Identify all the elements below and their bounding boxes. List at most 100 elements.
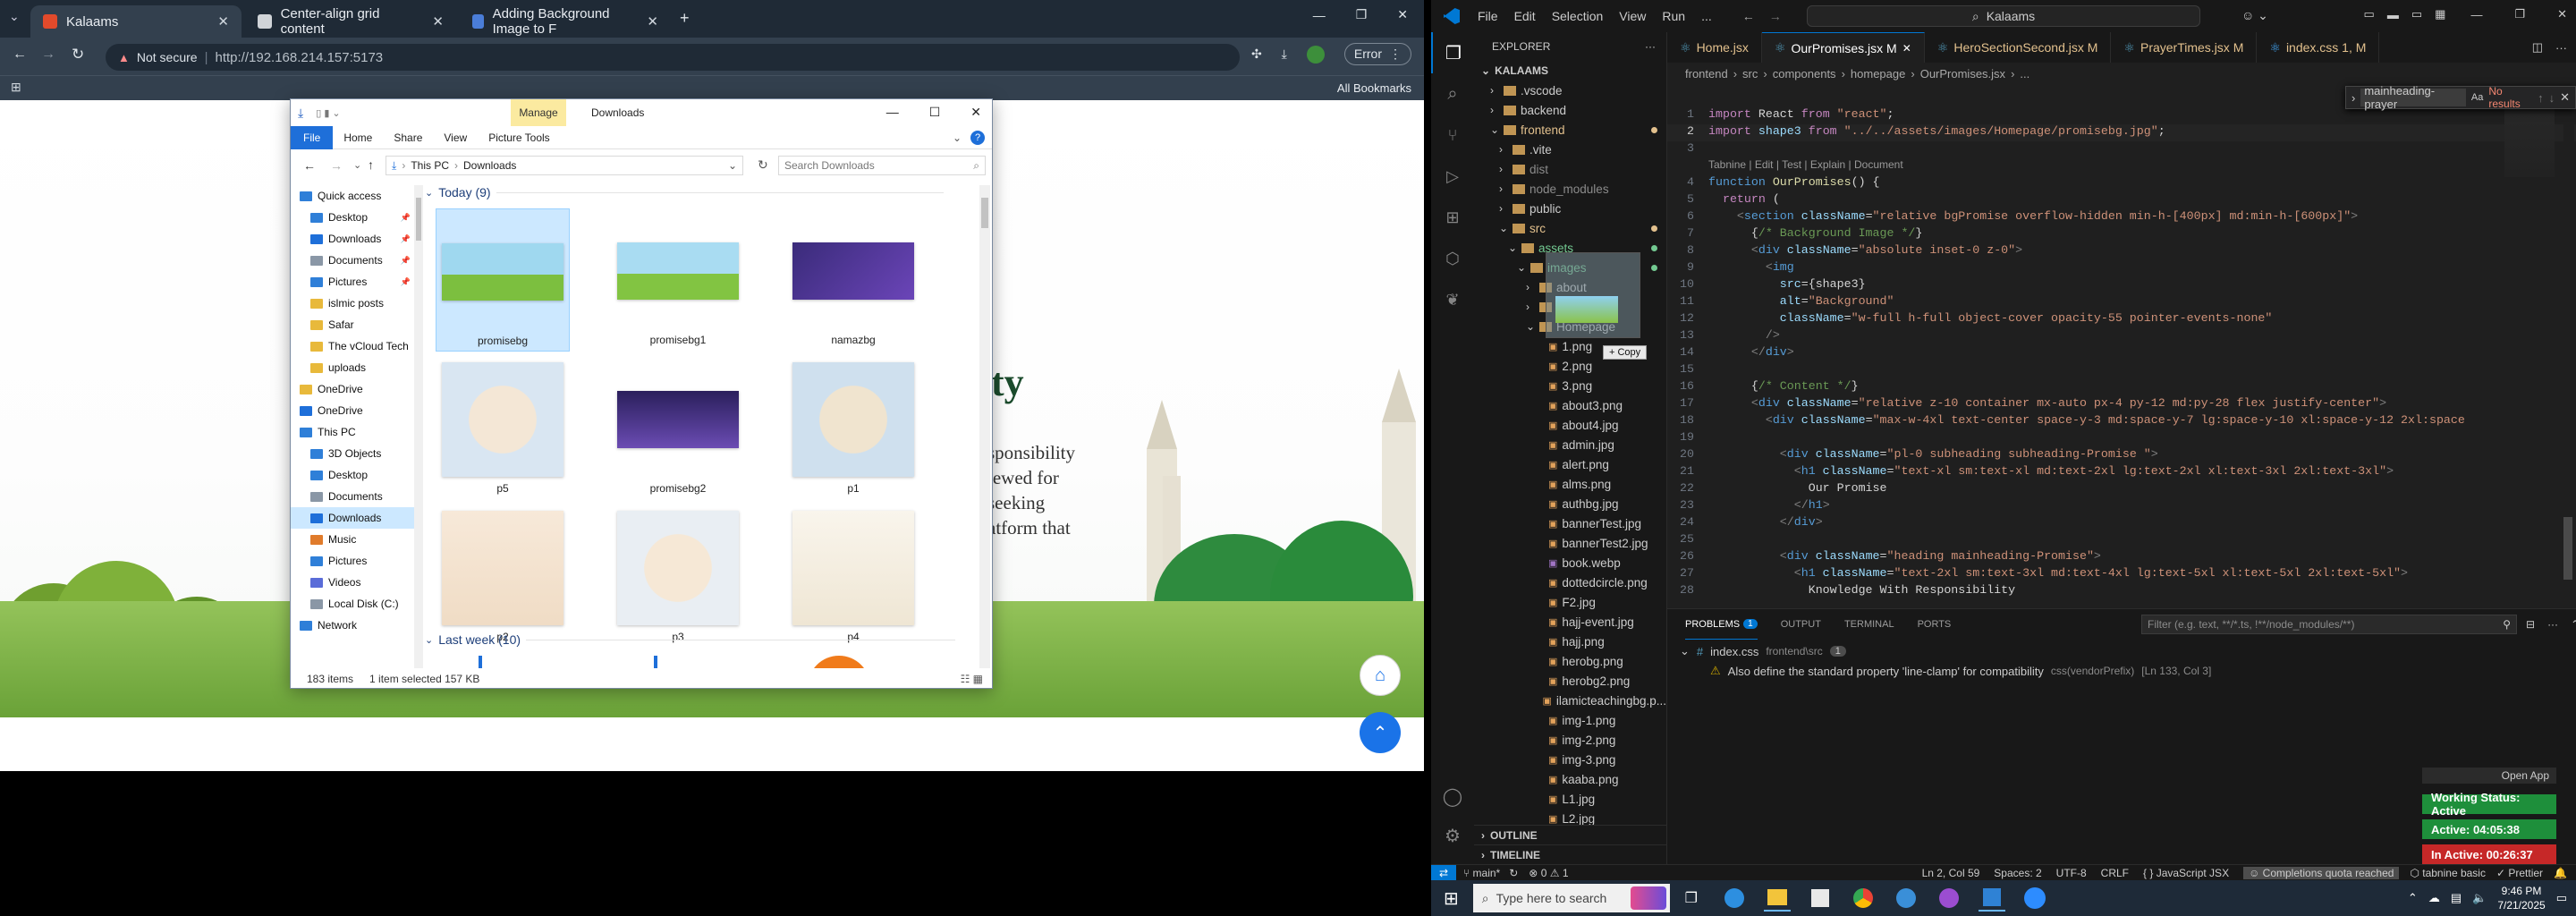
start-icon[interactable]: ⊞: [1444, 887, 1459, 910]
minimize-icon[interactable]: —: [886, 105, 899, 120]
tree-item--vscode[interactable]: › .vscode: [1474, 81, 1666, 100]
panel-tab-problems[interactable]: PROBLEMS 1: [1685, 609, 1758, 640]
chrome-icon[interactable]: [1850, 885, 1877, 912]
ribbon-expand-icon[interactable]: ⌄: [953, 131, 962, 144]
nav-item-network[interactable]: Network: [291, 615, 414, 636]
breadcrumb-item[interactable]: OurPromises.jsx: [1920, 67, 2005, 81]
accounts-icon[interactable]: ◯: [1431, 778, 1474, 814]
editor-tab-herosectionsecond-jsx[interactable]: ⚛ HeroSectionSecond.jsx M: [1925, 32, 2112, 63]
nav-back-icon[interactable]: ←: [1742, 9, 1755, 23]
tree-item-alert-png[interactable]: ▣ alert.png: [1474, 454, 1666, 474]
toggle-replace-icon[interactable]: ›: [2351, 91, 2355, 105]
maximize-icon[interactable]: ☐: [929, 105, 941, 120]
close-tab-icon[interactable]: ✕: [217, 13, 229, 30]
puzzle-icon[interactable]: ✣: [1251, 47, 1262, 62]
panel-tab-output[interactable]: OUTPUT: [1781, 609, 1821, 640]
file-item-promisebg1[interactable]: promisebg1: [611, 208, 745, 352]
tree-item-img-1-png[interactable]: ▣ img-1.png: [1474, 710, 1666, 730]
editor-tab-prayertimes-jsx[interactable]: ⚛ PrayerTimes.jsx M: [2111, 32, 2258, 63]
tree-item-about3-png[interactable]: ▣ about3.png: [1474, 395, 1666, 415]
branch-indicator[interactable]: ⑂ main*: [1463, 867, 1500, 879]
tree-item-herobg2-png[interactable]: ▣ herobg2.png: [1474, 671, 1666, 691]
more-actions-icon[interactable]: ···: [1645, 40, 1656, 53]
close-find-icon[interactable]: ✕: [2560, 90, 2570, 105]
view-toggle-icons[interactable]: ☷ ▦: [961, 673, 983, 685]
editor-tab-home-jsx[interactable]: ⚛ Home.jsx: [1667, 32, 1762, 63]
code-editor[interactable]: 1 import React from "react"; 2 import shape…: [1667, 107, 2576, 608]
nav-item-desktop[interactable]: Desktop 📌: [291, 207, 414, 228]
nav-item-quick-access[interactable]: Quick access: [291, 185, 414, 207]
problem-item[interactable]: ⚠ Also define the standard property 'lin…: [1710, 661, 2211, 681]
github-desktop-icon[interactable]: [1936, 885, 1962, 912]
run-debug-icon[interactable]: ▷: [1431, 156, 1474, 197]
code-line[interactable]: 16 {/* Content */}: [1667, 379, 2576, 396]
nav-item-onedrive[interactable]: OneDrive: [291, 400, 414, 421]
remote-icon[interactable]: ⇄: [1431, 864, 1456, 880]
nav-item-pictures[interactable]: Pictures 📌: [291, 271, 414, 293]
file-explorer-icon[interactable]: [1763, 885, 1791, 912]
explorer-view-icon[interactable]: ❐: [1431, 32, 1474, 73]
tree-item-backend[interactable]: › backend: [1474, 100, 1666, 120]
panel-tab-terminal[interactable]: TERMINAL: [1844, 609, 1894, 640]
manage-gear-icon[interactable]: ⚙: [1431, 818, 1474, 853]
tray-chevron-icon[interactable]: ⌃: [2408, 891, 2418, 905]
code-line[interactable]: 11 alt = "Background": [1667, 294, 2576, 311]
manage-tab[interactable]: Manage: [511, 99, 566, 126]
code-line[interactable]: 28 Knowledge With Responsibility: [1667, 583, 2576, 600]
search-view-icon[interactable]: ⌕: [1431, 73, 1474, 114]
more-icon[interactable]: ···: [2547, 618, 2558, 631]
scroll-top-button[interactable]: ⌃: [1360, 712, 1401, 753]
editor-tab-index-css[interactable]: ⚛ index.css 1, M: [2257, 32, 2380, 63]
menu-view[interactable]: View: [1619, 9, 1646, 23]
tabnine-status[interactable]: ⬡ tabnine basic: [2410, 867, 2486, 879]
minimize-icon[interactable]: —: [2470, 8, 2482, 21]
language-mode[interactable]: { } JavaScript JSX: [2143, 867, 2229, 879]
nav-item-videos[interactable]: Videos: [291, 572, 414, 593]
volume-icon[interactable]: 🔈: [2472, 891, 2487, 905]
problems-filter-input[interactable]: Filter (e.g. text, **/*.ts, !**/node_mod…: [2141, 615, 2517, 634]
file-item-p4[interactable]: p4: [786, 505, 920, 649]
ribbon-tab-view[interactable]: View: [433, 126, 478, 149]
workspace-root[interactable]: ⌄ KALAAMS: [1474, 61, 1666, 81]
vscode-icon[interactable]: [1978, 885, 2005, 912]
ribbon-tab-picture-tools[interactable]: Picture Tools: [478, 126, 560, 149]
nav-item-3d-objects[interactable]: 3D Objects: [291, 443, 414, 464]
code-line[interactable]: 20 < div className = "pl-0 subheading subhe…: [1667, 447, 2576, 464]
tree-item-bannertest-jpg[interactable]: ▣ bannerTest.jpg: [1474, 513, 1666, 533]
clock[interactable]: 9:46 PM 7/21/2025: [2497, 884, 2545, 912]
breadcrumb-item[interactable]: frontend: [1685, 67, 1728, 81]
nav-item-local-disk-c-[interactable]: Local Disk (C:): [291, 593, 414, 615]
chatbot-floating-button[interactable]: ⌂: [1360, 655, 1401, 696]
tree-item-book-webp[interactable]: ▣ book.webp: [1474, 553, 1666, 572]
path-dropdown-icon[interactable]: ⌄: [728, 159, 737, 172]
back-icon[interactable]: ←: [303, 158, 316, 173]
close-window-icon[interactable]: ✕: [970, 105, 981, 120]
file-item-p2[interactable]: p2: [436, 505, 570, 649]
notification-center-icon[interactable]: ▭: [2556, 891, 2567, 905]
refresh-icon[interactable]: ↻: [758, 157, 768, 173]
collapse-all-icon[interactable]: ⊟: [2526, 618, 2535, 631]
close-tab-icon[interactable]: ✕: [1902, 42, 1911, 55]
forward-icon[interactable]: →: [41, 47, 55, 63]
layout-right-icon[interactable]: ▭: [2411, 7, 2422, 21]
tab-adding-bg[interactable]: Adding Background Image to F ✕: [460, 5, 671, 38]
menu-run[interactable]: Run: [1662, 9, 1685, 23]
all-bookmarks-link[interactable]: All Bookmarks: [1337, 81, 1411, 95]
source-control-icon[interactable]: ⑂: [1431, 114, 1474, 156]
tree-item-img-2-png[interactable]: ▣ img-2.png: [1474, 730, 1666, 750]
tree-item-alms-png[interactable]: ▣ alms.png: [1474, 474, 1666, 494]
file-thumbnail[interactable]: [808, 656, 870, 668]
up-icon[interactable]: ↑: [368, 157, 374, 172]
profile-error-button[interactable]: Error ⋮: [1343, 43, 1411, 65]
editor-scrollbar[interactable]: [2563, 88, 2574, 589]
maximize-panel-icon[interactable]: ⌃: [2571, 618, 2576, 631]
nav-item-onedrive[interactable]: OneDrive: [291, 378, 414, 400]
close-tab-icon[interactable]: ✕: [432, 13, 444, 30]
next-match-icon[interactable]: ↓: [2549, 91, 2555, 105]
nav-item-downloads[interactable]: Downloads: [291, 507, 414, 529]
cloud-icon[interactable]: ☁: [2428, 891, 2440, 905]
file-item-p1[interactable]: p1: [786, 357, 920, 500]
code-line[interactable]: 14 </div >: [1667, 345, 2576, 362]
ribbon-tab-home[interactable]: Home: [333, 126, 383, 149]
edge-icon[interactable]: [1721, 885, 1748, 912]
